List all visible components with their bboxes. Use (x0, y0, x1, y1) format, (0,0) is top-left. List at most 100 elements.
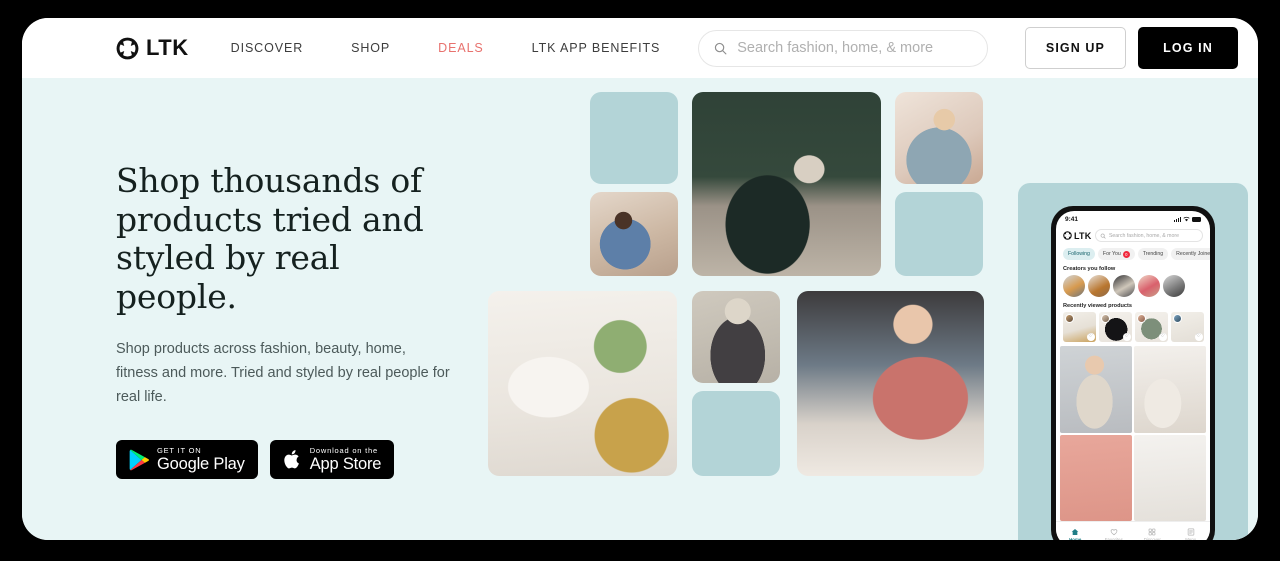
phone-ltk-logo[interactable]: LTK (1063, 231, 1091, 241)
ltk-logo[interactable]: LTK (116, 37, 189, 60)
feed-item[interactable] (1134, 434, 1206, 521)
list-icon (1187, 527, 1194, 535)
photo-woman-eating-bowl[interactable] (895, 92, 983, 184)
battery-icon (1192, 216, 1201, 222)
placeholder-tile-top-left (590, 92, 678, 184)
creators-avatar-row (1056, 275, 1210, 301)
sign-up-button[interactable]: SIGN UP (1024, 27, 1126, 69)
product-creator-avatar (1100, 313, 1110, 323)
phone-nav-menu[interactable]: Menu (1172, 527, 1211, 541)
nav-link-discover[interactable]: DISCOVER (231, 33, 304, 63)
product-card-neutral-product[interactable]: ♡ (1171, 312, 1204, 342)
search-bar[interactable] (698, 29, 989, 67)
hero-subtitle: Shop products across fashion, beauty, ho… (116, 341, 450, 406)
app-store-badge[interactable]: Download on the App Store (269, 440, 395, 480)
favorite-heart-icon[interactable]: ♡ (1194, 332, 1203, 341)
phone-nav-favorites[interactable]: Favorites (1095, 528, 1134, 541)
chip-recently-joined[interactable]: Recently Joined (1171, 248, 1210, 260)
ltk-heart-badge-icon (1063, 231, 1072, 240)
chip-notification-badge: 0 (1122, 250, 1130, 258)
chip-label: Recently Joined (1176, 251, 1210, 257)
phone-logo-text: LTK (1074, 230, 1092, 241)
creator-avatar[interactable] (1138, 275, 1160, 297)
heart-icon (1110, 528, 1117, 535)
signal-bars-icon (1173, 216, 1181, 222)
creator-avatar[interactable] (1113, 275, 1135, 297)
phone-nav-label: Favorites (1104, 536, 1123, 541)
nav-link-deals[interactable]: DEALS (438, 33, 484, 63)
wifi-icon (1183, 216, 1190, 222)
product-creator-avatar (1064, 313, 1074, 323)
feed-item[interactable] (1060, 346, 1132, 433)
home-icon (1071, 528, 1079, 535)
phone-nav-discover[interactable]: Discover (1133, 528, 1172, 541)
photo-woman-white-dress-livingroom[interactable] (488, 291, 677, 476)
phone-feed-grid (1056, 346, 1210, 521)
app-store-label: App Store (309, 455, 382, 474)
grid-icon (1148, 528, 1156, 535)
favorite-heart-icon[interactable]: ♡ (1158, 332, 1167, 341)
google-play-badge[interactable]: GET IT ON Google Play (116, 440, 258, 480)
phone-nav-label: Home (1069, 536, 1082, 541)
placeholder-tile-right (895, 192, 983, 276)
google-play-label: Google Play (157, 455, 245, 474)
phone-mockup: 9:41 LTK Search fashion, home, & more Fo… (1051, 206, 1215, 540)
phone-nav-label: Discover (1143, 536, 1161, 541)
phone-bottom-nav: Home Favorites Discover Menu (1056, 521, 1210, 540)
feed-item[interactable] (1134, 346, 1206, 433)
feed-item[interactable] (1060, 434, 1132, 521)
browser-viewport: LTK DISCOVER SHOP DEALS LTK APP BENEFITS… (22, 18, 1258, 540)
nav-link-ltk-app-benefits[interactable]: LTK APP BENEFITS (532, 33, 661, 63)
favorite-heart-icon[interactable]: ♡ (1122, 332, 1131, 341)
phone-status-bar: 9:41 (1056, 211, 1210, 225)
search-icon (1101, 233, 1107, 239)
hero-section: Shop thousands of products tried and sty… (22, 78, 1258, 540)
auth-buttons: SIGN UP LOG IN (1024, 27, 1238, 69)
photo-man-denim-jacket[interactable] (590, 192, 678, 276)
app-store-small-label: Download on the (309, 445, 378, 455)
hero-title: Shop thousands of products tried and sty… (116, 161, 424, 316)
placeholder-tile-bottom-middle (692, 391, 780, 476)
recent-products-row: ♡ ♡ ♡ ♡ (1056, 312, 1210, 346)
product-card-green-quilted-jacket[interactable]: ♡ (1135, 312, 1168, 342)
phone-topbar: LTK Search fashion, home, & more (1056, 225, 1210, 245)
phone-search-bar[interactable]: Search fashion, home, & more (1095, 229, 1203, 242)
chip-label: Following (1068, 251, 1090, 257)
main-nav: DISCOVER SHOP DEALS LTK APP BENEFITS (231, 33, 661, 63)
google-play-small-label: GET IT ON (157, 445, 202, 455)
product-card-cream-accent-chair[interactable]: ♡ (1063, 312, 1096, 342)
ltk-heart-badge-icon (116, 37, 139, 59)
creator-avatar[interactable] (1163, 275, 1185, 297)
creators-heading: Creators you follow (1063, 266, 1116, 272)
chip-following[interactable]: Following (1063, 248, 1095, 260)
creator-avatar[interactable] (1088, 275, 1110, 297)
photo-woman-pink-coat-handbag[interactable] (797, 291, 984, 476)
photo-woman-beanie-sunglasses[interactable] (692, 291, 780, 383)
phone-filter-chips: Following For You 0 Trending Recently Jo… (1056, 245, 1210, 264)
chip-trending[interactable]: Trending (1137, 248, 1169, 260)
ltk-logo-text: LTK (146, 35, 189, 60)
chip-label: Trending (1142, 251, 1164, 257)
site-header: LTK DISCOVER SHOP DEALS LTK APP BENEFITS… (22, 18, 1258, 78)
chip-label: For You (1102, 251, 1121, 257)
status-time: 9:41 (1065, 215, 1079, 223)
photo-woman-stroller-park[interactable] (692, 92, 881, 276)
chip-for-you[interactable]: For You 0 (1097, 248, 1135, 260)
search-input[interactable] (737, 40, 974, 56)
phone-nav-home[interactable]: Home (1056, 528, 1095, 541)
nav-link-shop[interactable]: SHOP (351, 33, 390, 63)
phone-screen: 9:41 LTK Search fashion, home, & more Fo… (1056, 211, 1210, 540)
apple-logo-icon (284, 450, 299, 469)
search-icon (715, 42, 727, 54)
favorite-heart-icon[interactable]: ♡ (1086, 332, 1095, 341)
phone-search-placeholder: Search fashion, home, & more (1108, 232, 1180, 239)
google-play-icon (129, 449, 149, 471)
log-in-button[interactable]: LOG IN (1138, 27, 1238, 69)
product-creator-avatar (1136, 313, 1146, 323)
product-card-black-leather-bag[interactable]: ♡ (1099, 312, 1132, 342)
app-store-badges: GET IT ON Google Play Download on the Ap… (116, 440, 502, 480)
creator-avatar[interactable] (1063, 275, 1085, 297)
product-creator-avatar (1172, 313, 1182, 323)
phone-nav-label: Menu (1185, 536, 1197, 541)
recent-products-heading: Recently viewed products (1063, 303, 1133, 309)
